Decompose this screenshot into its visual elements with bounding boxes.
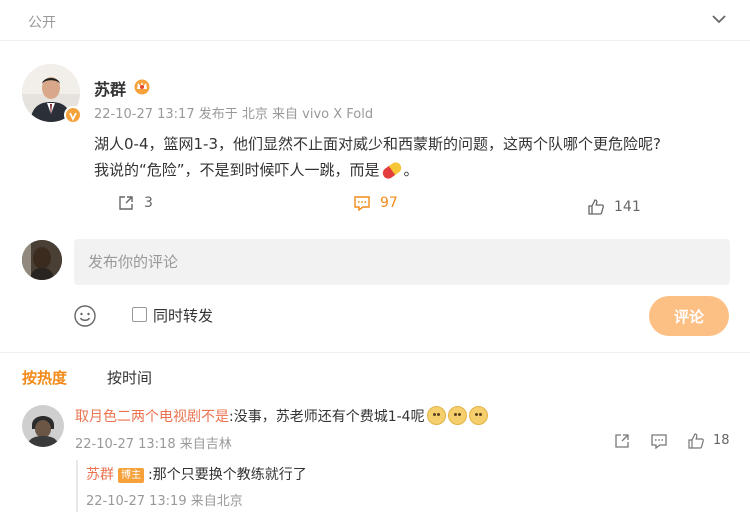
doge-emoji-icon [426, 406, 446, 425]
comment-body: :没事，苏老师还有个费城1-4呢 [229, 409, 425, 425]
emoji-icon[interactable] [73, 304, 97, 328]
commenter-name[interactable]: 取月色二两个电视剧不是 [75, 409, 229, 425]
comment-share-icon[interactable] [613, 432, 631, 450]
submit-comment-button[interactable]: 评论 [649, 296, 729, 336]
comment-text: 取月色二两个电视剧不是:没事，苏老师还有个费城1-4呢 [75, 406, 488, 426]
doge-emoji-icon [447, 406, 467, 425]
verified-badge-icon [64, 106, 82, 124]
my-avatar [22, 240, 62, 280]
comment-icon [354, 196, 370, 212]
comment-button[interactable]: 97 [352, 192, 398, 214]
repost-label[interactable]: 同时转发 [153, 305, 213, 326]
reply-body: :那个只要换个教练就行了 [148, 467, 307, 483]
comment-like-count: 18 [713, 433, 730, 448]
tab-sort-time[interactable]: 按时间 [107, 367, 152, 388]
chevron-down-icon[interactable] [710, 10, 728, 28]
post-text-line-2-prefix: 我说的“危险”，不是到时候吓人一跳，而是 [94, 161, 380, 179]
comment-reply-icon[interactable] [650, 432, 668, 450]
post-text-line-2-suffix: 。 [403, 161, 419, 179]
share-button[interactable]: 3 [116, 192, 153, 214]
pill-emoji-icon [380, 160, 403, 181]
thumbs-up-icon [588, 199, 604, 215]
reply-author-name[interactable]: 苏群 [86, 467, 114, 483]
share-count: 3 [144, 195, 153, 211]
vip-crown-icon [134, 79, 150, 95]
comment-count: 97 [380, 195, 398, 211]
post-text-line-1: 湖人0-4，篮网1-3，他们显然不止面对威少和西蒙斯的问题，这两个队哪个更危险呢… [94, 135, 661, 153]
post-text-line-2: 我说的“危险”，不是到时候吓人一跳，而是 。 [94, 157, 734, 183]
comment-meta: 22-10-27 13:18 来自吉林 [75, 437, 232, 452]
doge-emoji-icon [468, 406, 488, 425]
divider [0, 352, 750, 353]
comment-like-icon[interactable] [687, 432, 705, 450]
like-button[interactable]: 141 [586, 196, 641, 218]
post-body: 湖人0-4，篮网1-3，他们显然不止面对威少和西蒙斯的问题，这两个队哪个更危险呢… [94, 131, 734, 183]
blogger-badge: 博主 [118, 468, 144, 483]
post-author-name[interactable]: 苏群 [94, 76, 126, 100]
like-count: 141 [614, 199, 641, 215]
reply-meta: 22-10-27 13:19 来自北京 [86, 494, 243, 509]
visibility-label: 公开 [28, 15, 56, 31]
comment-input[interactable] [74, 239, 730, 285]
divider [0, 40, 750, 41]
share-icon [119, 196, 133, 210]
commenter-avatar[interactable] [22, 405, 64, 447]
tab-sort-hot[interactable]: 按热度 [22, 367, 67, 388]
repost-checkbox[interactable] [132, 307, 147, 322]
reply-thread-line [76, 460, 78, 512]
reply-text: 苏群 博主 :那个只要换个教练就行了 [86, 464, 307, 484]
post-meta: 22-10-27 13:17 发布于 北京 来自 vivo X Fold [94, 107, 374, 122]
